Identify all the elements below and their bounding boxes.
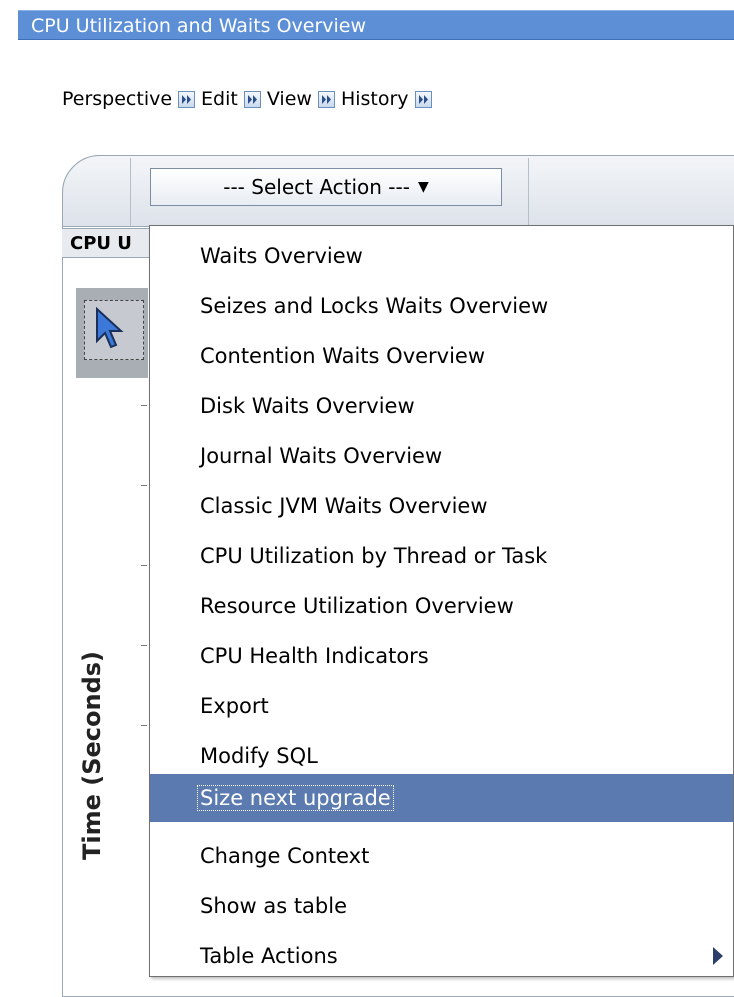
chevron-down-icon: ▼ <box>417 179 429 195</box>
nav-history[interactable]: History <box>341 88 432 110</box>
axis-tick <box>141 725 147 726</box>
menu-item-table-actions-label: Table Actions <box>200 944 338 968</box>
nav-view[interactable]: View <box>267 88 335 110</box>
menu-item-classic-jvm-waits[interactable]: Classic JVM Waits Overview <box>150 482 733 530</box>
menu-item-cpu-by-thread[interactable]: CPU Utilization by Thread or Task <box>150 532 733 580</box>
nav-history-label[interactable]: History <box>341 88 409 110</box>
axis-tick <box>141 485 147 486</box>
nav-bar: Perspective Edit View History <box>62 88 438 110</box>
menu-item-contention-waits[interactable]: Contention Waits Overview <box>150 332 733 380</box>
window-title: CPU Utilization and Waits Overview <box>18 10 734 40</box>
menu-item-size-next-upgrade-label: Size next upgrade <box>197 785 394 811</box>
chart-header-title: CPU U <box>70 233 132 254</box>
menu-item-disk-waits[interactable]: Disk Waits Overview <box>150 382 733 430</box>
menu-item-resource-utilization[interactable]: Resource Utilization Overview <box>150 582 733 630</box>
axis-tick <box>141 565 147 566</box>
menu-item-show-as-table[interactable]: Show as table <box>150 882 733 930</box>
select-action-dropdown[interactable]: --- Select Action --- ▼ <box>150 168 502 206</box>
double-arrow-right-icon[interactable] <box>178 90 196 108</box>
menu-item-size-next-upgrade[interactable]: Size next upgrade <box>150 774 733 822</box>
y-axis-label: Time (Seconds) <box>78 650 106 860</box>
toolbar-separator <box>528 158 529 226</box>
nav-perspective[interactable]: Perspective <box>62 88 196 110</box>
menu-item-export[interactable]: Export <box>150 682 733 730</box>
nav-edit-label[interactable]: Edit <box>201 88 238 110</box>
axis-tick <box>141 645 147 646</box>
menu-item-change-context[interactable]: Change Context <box>150 832 733 880</box>
menu-item-modify-sql[interactable]: Modify SQL <box>150 732 733 780</box>
menu-item-cpu-health[interactable]: CPU Health Indicators <box>150 632 733 680</box>
toolbar-separator <box>130 158 131 226</box>
cursor-arrow-icon <box>96 306 124 349</box>
menu-item-seizes-locks-waits[interactable]: Seizes and Locks Waits Overview <box>150 282 733 330</box>
nav-view-label[interactable]: View <box>267 88 312 110</box>
submenu-arrow-icon <box>713 947 723 965</box>
double-arrow-right-icon[interactable] <box>243 90 261 108</box>
menu-item-table-actions[interactable]: Table Actions <box>150 932 733 980</box>
double-arrow-right-icon[interactable] <box>414 90 432 108</box>
select-action-label: --- Select Action --- <box>223 175 410 199</box>
menu-item-waits-overview[interactable]: Waits Overview <box>150 232 733 280</box>
nav-edit[interactable]: Edit <box>201 88 261 110</box>
menu-item-journal-waits[interactable]: Journal Waits Overview <box>150 432 733 480</box>
action-menu: Waits Overview Seizes and Locks Waits Ov… <box>149 225 734 977</box>
pointer-tool-button[interactable] <box>84 300 144 360</box>
double-arrow-right-icon[interactable] <box>317 90 335 108</box>
nav-perspective-label[interactable]: Perspective <box>62 88 172 110</box>
axis-tick <box>141 405 147 406</box>
